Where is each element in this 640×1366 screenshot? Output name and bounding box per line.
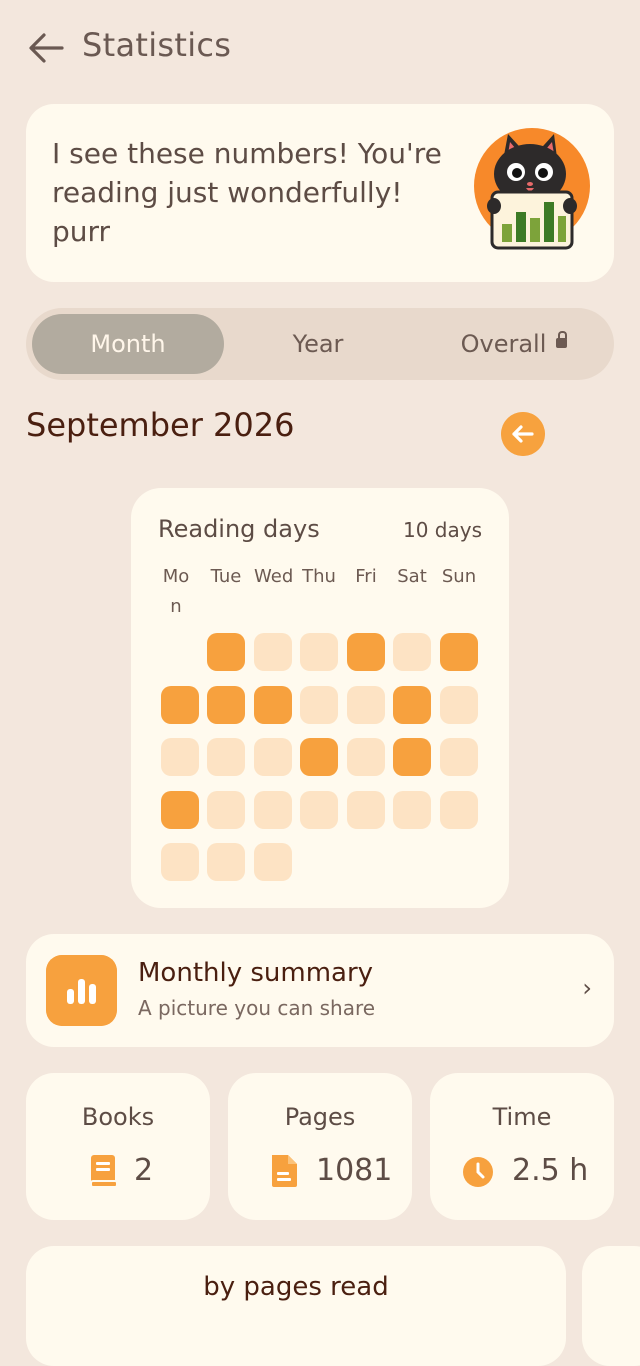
weekday-wed: Wed	[254, 566, 294, 587]
mascot-speech-card: I see these numbers! You're reading just…	[26, 104, 614, 282]
period-tabs: Month Year Overall	[26, 308, 614, 380]
summary-title: Monthly summary	[138, 958, 374, 988]
weekday-sun: Sun	[441, 566, 477, 587]
calendar-day	[300, 791, 338, 829]
calendar-day	[300, 686, 338, 724]
calendar-day	[393, 633, 431, 671]
weekday-tue: Tue	[210, 566, 242, 587]
calendar-day	[440, 791, 478, 829]
page-title: Statistics	[82, 26, 232, 64]
book-icon	[90, 1155, 118, 1188]
calendar-day	[254, 633, 292, 671]
monthly-summary-card[interactable]: Monthly summary A picture you can share …	[26, 934, 614, 1047]
reading-days-card: Reading days 10 days Mon Tue Wed Thu Fri…	[131, 488, 509, 908]
calendar-day	[254, 791, 292, 829]
calendar-day	[347, 633, 385, 671]
back-arrow-icon[interactable]	[26, 28, 66, 68]
calendar-day	[161, 843, 199, 881]
calendar-day	[207, 686, 245, 724]
calendar-day	[207, 791, 245, 829]
calendar-day	[347, 738, 385, 776]
tab-year[interactable]: Year	[222, 308, 414, 380]
calendar-day	[207, 843, 245, 881]
pages-value: 1081	[316, 1153, 393, 1188]
pages-label: Pages	[284, 1103, 356, 1131]
calendar-day	[161, 791, 199, 829]
chevron-right-icon: ›	[582, 974, 592, 1002]
weekday-mon: Mon	[162, 566, 190, 617]
calendar-day	[393, 791, 431, 829]
page-icon	[272, 1155, 297, 1187]
calendar-day	[440, 686, 478, 724]
weekday-fri: Fri	[355, 566, 377, 587]
calendar-day	[254, 686, 292, 724]
clock-icon	[463, 1157, 493, 1187]
pages-stat-card: Pages 1081	[228, 1073, 412, 1220]
calendar-day	[207, 633, 245, 671]
time-label: Time	[492, 1103, 552, 1131]
calendar-day	[161, 686, 199, 724]
summary-subtitle: A picture you can share	[138, 996, 376, 1020]
previous-month-arrow-icon[interactable]	[501, 412, 545, 456]
calendar-day	[207, 738, 245, 776]
books-stat-card: Books 2	[26, 1073, 210, 1220]
calendar-day	[393, 686, 431, 724]
next-card-peek	[582, 1246, 640, 1366]
time-stat-card: Time 2.5 h	[430, 1073, 614, 1220]
pages-read-title: by pages read	[203, 1272, 389, 1302]
pages-read-card: by pages read	[26, 1246, 566, 1366]
calendar-day	[440, 738, 478, 776]
speech-text: I see these numbers! You're reading just…	[52, 137, 442, 248]
cat-mascot-chart-image	[474, 128, 590, 250]
weekday-thu: Thu	[302, 566, 336, 587]
time-value: 2.5 h	[512, 1153, 589, 1188]
tab-overall-label: Overall	[460, 330, 547, 358]
reading-days-title: Reading days	[158, 515, 320, 543]
weekday-sat: Sat	[397, 566, 427, 587]
calendar-day	[440, 633, 478, 671]
reading-days-count: 10 days	[402, 518, 482, 542]
month-heading: September 2026	[26, 406, 295, 444]
calendar-day	[254, 738, 292, 776]
bar-chart-icon	[46, 955, 117, 1026]
calendar-day	[300, 738, 338, 776]
calendar-day	[300, 633, 338, 671]
calendar-day	[161, 738, 199, 776]
calendar-day	[254, 843, 292, 881]
lock-icon	[556, 331, 568, 348]
calendar-day	[347, 791, 385, 829]
books-value: 2	[134, 1153, 154, 1188]
tab-overall[interactable]: Overall	[418, 308, 610, 380]
calendar-day	[347, 686, 385, 724]
books-label: Books	[81, 1103, 155, 1131]
calendar-day	[393, 738, 431, 776]
tab-month[interactable]: Month	[32, 308, 224, 380]
